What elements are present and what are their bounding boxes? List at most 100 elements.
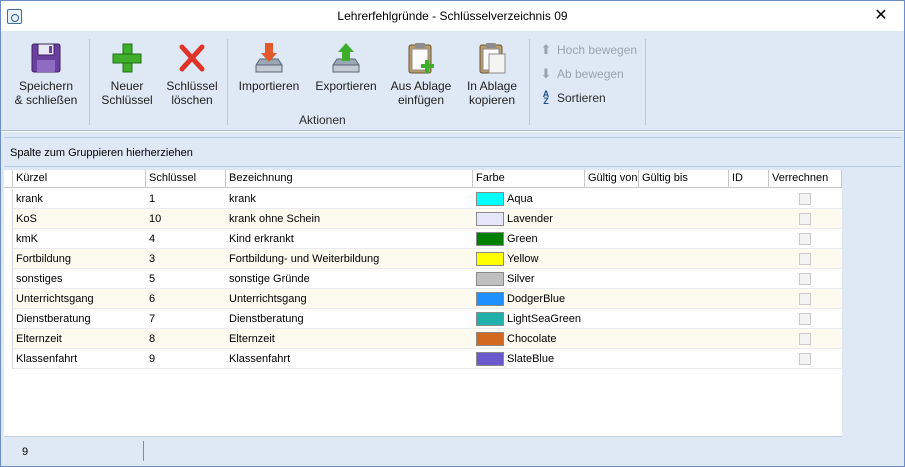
row-selector[interactable] [4, 209, 13, 229]
cell-kuerzel[interactable]: krank [13, 189, 146, 209]
cell-gueltig-von[interactable] [585, 209, 639, 229]
cell-verrechnen[interactable] [769, 229, 842, 249]
cell-kuerzel[interactable]: KoS [13, 209, 146, 229]
cell-gueltig-von[interactable] [585, 249, 639, 269]
cell-kuerzel[interactable]: Elternzeit [13, 329, 146, 349]
cell-schluessel[interactable]: 8 [146, 329, 226, 349]
column-header-gueltig-von[interactable]: Gültig von [585, 170, 639, 188]
verrechnen-checkbox[interactable] [799, 353, 811, 365]
cell-schluessel[interactable]: 5 [146, 269, 226, 289]
cell-id[interactable] [729, 189, 769, 209]
cell-schluessel[interactable]: 7 [146, 309, 226, 329]
close-button[interactable]: ✕ [858, 1, 904, 31]
column-header-gueltig-bis[interactable]: Gültig bis [639, 170, 729, 188]
cell-gueltig-von[interactable] [585, 349, 639, 369]
cell-gueltig-von[interactable] [585, 309, 639, 329]
verrechnen-checkbox[interactable] [799, 333, 811, 345]
cell-farbe[interactable]: Chocolate [473, 329, 585, 349]
cell-kuerzel[interactable]: kmK [13, 229, 146, 249]
cell-gueltig-bis[interactable] [639, 209, 729, 229]
cell-schluessel[interactable]: 6 [146, 289, 226, 309]
save-close-button[interactable]: Speichern & schließen [9, 39, 83, 117]
cell-verrechnen[interactable] [769, 209, 842, 229]
column-header-verrechnen[interactable]: Verrechnen [769, 170, 842, 188]
cell-verrechnen[interactable] [769, 189, 842, 209]
cell-gueltig-bis[interactable] [639, 269, 729, 289]
table-row[interactable]: kmK 4 Kind erkrankt Green [4, 229, 842, 249]
cell-gueltig-bis[interactable] [639, 289, 729, 309]
cell-farbe[interactable]: Lavender [473, 209, 585, 229]
verrechnen-checkbox[interactable] [799, 253, 811, 265]
delete-key-button[interactable]: Schlüssel löschen [161, 39, 223, 117]
column-header-farbe[interactable]: Farbe [473, 170, 585, 188]
group-by-panel[interactable]: Spalte zum Gruppieren hierherziehen [4, 137, 901, 167]
cell-verrechnen[interactable] [769, 309, 842, 329]
column-header-schluessel[interactable]: Schlüssel [146, 170, 226, 188]
cell-farbe[interactable]: SlateBlue [473, 349, 585, 369]
move-up-button[interactable]: ⬆ Hoch bewegen [537, 41, 638, 59]
cell-gueltig-von[interactable] [585, 329, 639, 349]
row-selector[interactable] [4, 249, 13, 269]
paste-button[interactable]: Aus Ablage einfügen [387, 39, 455, 117]
cell-bezeichnung[interactable]: Klassenfahrt [226, 349, 473, 369]
row-selector[interactable] [4, 309, 13, 329]
cell-verrechnen[interactable] [769, 289, 842, 309]
cell-bezeichnung[interactable]: Kind erkrankt [226, 229, 473, 249]
cell-schluessel[interactable]: 4 [146, 229, 226, 249]
column-header-kuerzel[interactable]: Kürzel [13, 170, 146, 188]
row-selector[interactable] [4, 189, 13, 209]
cell-farbe[interactable]: Green [473, 229, 585, 249]
table-row[interactable]: Unterrichtsgang 6 Unterrichtsgang DodgerBlu… [4, 289, 842, 309]
cell-schluessel[interactable]: 9 [146, 349, 226, 369]
cell-kuerzel[interactable]: Fortbildung [13, 249, 146, 269]
table-row[interactable]: Fortbildung 3 Fortbildung- und Weiterbildu… [4, 249, 842, 269]
cell-gueltig-bis[interactable] [639, 329, 729, 349]
row-selector[interactable] [4, 229, 13, 249]
cell-verrechnen[interactable] [769, 349, 842, 369]
cell-kuerzel[interactable]: Unterrichtsgang [13, 289, 146, 309]
cell-verrechnen[interactable] [769, 249, 842, 269]
cell-gueltig-bis[interactable] [639, 229, 729, 249]
cell-farbe[interactable]: DodgerBlue [473, 289, 585, 309]
cell-gueltig-von[interactable] [585, 189, 639, 209]
cell-farbe[interactable]: LightSeaGreen [473, 309, 585, 329]
copy-button[interactable]: In Ablage kopieren [461, 39, 523, 117]
cell-bezeichnung[interactable]: Dienstberatung [226, 309, 473, 329]
cell-id[interactable] [729, 209, 769, 229]
table-row[interactable]: Elternzeit 8 Elternzeit Chocolate [4, 329, 842, 349]
cell-gueltig-von[interactable] [585, 269, 639, 289]
cell-id[interactable] [729, 349, 769, 369]
cell-id[interactable] [729, 249, 769, 269]
cell-bezeichnung[interactable]: Elternzeit [226, 329, 473, 349]
cell-gueltig-von[interactable] [585, 229, 639, 249]
cell-bezeichnung[interactable]: krank [226, 189, 473, 209]
cell-gueltig-bis[interactable] [639, 189, 729, 209]
cell-schluessel[interactable]: 3 [146, 249, 226, 269]
cell-farbe[interactable]: Aqua [473, 189, 585, 209]
verrechnen-checkbox[interactable] [799, 293, 811, 305]
cell-bezeichnung[interactable]: krank ohne Schein [226, 209, 473, 229]
cell-gueltig-bis[interactable] [639, 349, 729, 369]
cell-bezeichnung[interactable]: sonstige Gründe [226, 269, 473, 289]
table-row[interactable]: krank 1 krank Aqua [4, 189, 842, 209]
cell-verrechnen[interactable] [769, 329, 842, 349]
new-key-button[interactable]: Neuer Schlüssel [95, 39, 159, 117]
move-down-button[interactable]: ⬇ Ab bewegen [537, 65, 624, 83]
cell-gueltig-bis[interactable] [639, 249, 729, 269]
cell-schluessel[interactable]: 10 [146, 209, 226, 229]
row-selector[interactable] [4, 269, 13, 289]
row-selector[interactable] [4, 289, 13, 309]
cell-id[interactable] [729, 229, 769, 249]
verrechnen-checkbox[interactable] [799, 213, 811, 225]
verrechnen-checkbox[interactable] [799, 233, 811, 245]
verrechnen-checkbox[interactable] [799, 193, 811, 205]
cell-gueltig-bis[interactable] [639, 309, 729, 329]
import-button[interactable]: Importieren [233, 39, 305, 117]
cell-kuerzel[interactable]: sonstiges [13, 269, 146, 289]
table-row[interactable]: Dienstberatung 7 Dienstberatung LightSeaGre… [4, 309, 842, 329]
cell-bezeichnung[interactable]: Fortbildung- und Weiterbildung [226, 249, 473, 269]
table-row[interactable]: KoS 10 krank ohne Schein Lavender [4, 209, 842, 229]
cell-kuerzel[interactable]: Dienstberatung [13, 309, 146, 329]
sort-button[interactable]: AZ Sortieren [537, 89, 606, 107]
row-selector[interactable] [4, 329, 13, 349]
